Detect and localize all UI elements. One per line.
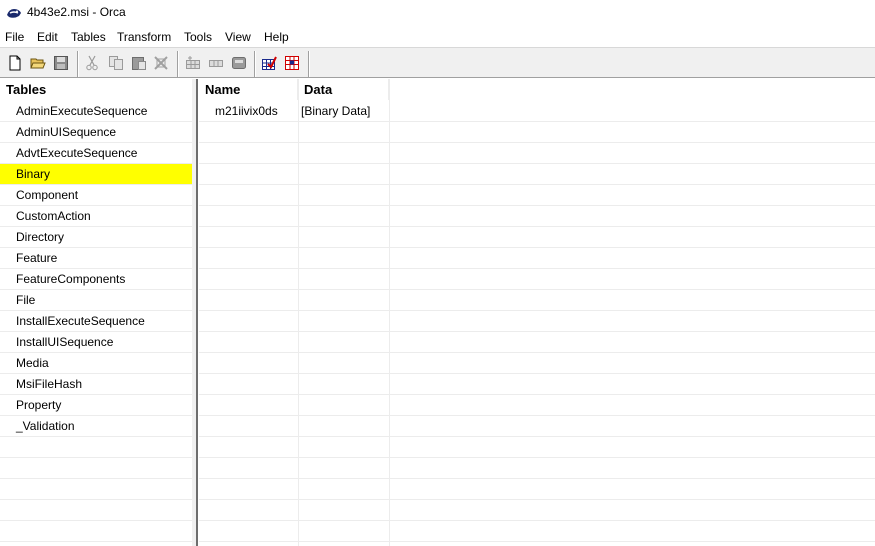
empty-list-row	[0, 437, 192, 458]
column-header-data[interactable]: Data	[298, 79, 389, 100]
grid-row-line	[199, 394, 875, 395]
add-row-icon[interactable]	[208, 55, 224, 71]
paste-icon[interactable]	[131, 55, 147, 71]
table-list-item[interactable]: Feature	[0, 248, 192, 269]
validate-icon[interactable]	[261, 55, 277, 71]
table-list-item-label: CustomAction	[16, 209, 91, 223]
grid-row-line	[199, 163, 875, 164]
table-list-item[interactable]: CustomAction	[0, 206, 192, 227]
empty-list-row	[0, 542, 192, 546]
table-list-item[interactable]: Directory	[0, 227, 192, 248]
table-list-item[interactable]: Binary	[0, 164, 192, 185]
table-list-item-label: AdminUISequence	[16, 125, 117, 139]
grid-row-line	[199, 541, 875, 542]
table-list-item-label: Media	[16, 356, 49, 370]
copy-icon[interactable]	[108, 55, 124, 71]
window-title: 4b43e2.msi - Orca	[27, 5, 126, 19]
table-list-item-label: MsiFileHash	[16, 377, 83, 391]
grid-column-line	[389, 79, 390, 546]
empty-list-row	[0, 479, 192, 500]
save-icon[interactable]	[53, 55, 69, 71]
grid-row-line	[199, 184, 875, 185]
transform-icon[interactable]	[284, 55, 300, 71]
toolbar-separator	[77, 51, 79, 77]
empty-list-row	[0, 500, 192, 521]
table-list-item[interactable]: AdvtExecuteSequence	[0, 143, 192, 164]
grid-row-line	[199, 226, 875, 227]
table-list-item-label: AdvtExecuteSequence	[16, 146, 138, 160]
grid-row-line	[199, 457, 875, 458]
menu-edit[interactable]: Edit	[37, 30, 58, 44]
grid-row-line	[199, 205, 875, 206]
menu-help[interactable]: Help	[264, 30, 289, 44]
table-list-item[interactable]: File	[0, 290, 192, 311]
tables-list-pane[interactable]: Tables AdminExecuteSequence AdminUISequen…	[0, 79, 192, 546]
grid-row-line	[199, 373, 875, 374]
table-list-item[interactable]: InstallUISequence	[0, 332, 192, 353]
delete-icon[interactable]	[153, 55, 169, 71]
table-list-item[interactable]: Media	[0, 353, 192, 374]
cut-icon[interactable]	[84, 55, 100, 71]
menu-view[interactable]: View	[225, 30, 251, 44]
grid-row-line	[199, 268, 875, 269]
table-list-item[interactable]: Component	[0, 185, 192, 206]
tables-header: Tables	[6, 82, 47, 97]
table-list-item-label: Property	[16, 398, 62, 412]
table-list-item-label: Component	[16, 188, 79, 202]
grid-row-line	[199, 247, 875, 248]
grid-row-line	[199, 415, 875, 416]
cell-name[interactable]: m21iivix0ds	[215, 104, 278, 118]
table-list-item-label: Directory	[16, 230, 65, 244]
grid-row-line	[199, 310, 875, 311]
toolbar-separator	[177, 51, 179, 77]
table-list-item-label: Binary	[16, 167, 51, 181]
table-list-item-label: Feature	[16, 251, 58, 265]
menu-tools[interactable]: Tools	[184, 30, 212, 44]
toolbar	[0, 47, 875, 78]
table-list-item-label: InstallExecuteSequence	[16, 314, 145, 328]
add-table-icon[interactable]	[185, 55, 201, 71]
table-data-grid[interactable]: Name Data m21iivix0ds [Binary Data]	[199, 79, 875, 546]
table-list-item[interactable]: Property	[0, 395, 192, 416]
grid-column-line	[298, 79, 299, 546]
pane-splitter[interactable]	[192, 79, 198, 546]
table-list-item[interactable]: MsiFileHash	[0, 374, 192, 395]
new-icon[interactable]	[7, 55, 23, 71]
menu-transform[interactable]: Transform	[117, 30, 171, 44]
table-list-item[interactable]: _Validation	[0, 416, 192, 437]
empty-list-row	[0, 458, 192, 479]
menu-bar: File Edit Tables Transform Tools View He…	[0, 27, 875, 47]
grid-row-line	[199, 121, 875, 122]
menu-tables[interactable]: Tables	[71, 30, 106, 44]
empty-list-row	[0, 521, 192, 542]
grid-row-line	[199, 352, 875, 353]
table-list-item[interactable]: AdminExecuteSequence	[0, 101, 192, 122]
grid-row-line	[199, 289, 875, 290]
column-header-name[interactable]: Name	[199, 79, 298, 100]
orca-app-icon	[7, 9, 21, 18]
grid-row-line	[199, 331, 875, 332]
table-list-item-label: InstallUISequence	[16, 335, 114, 349]
cell-data[interactable]: [Binary Data]	[301, 104, 370, 118]
table-list-item[interactable]: InstallExecuteSequence	[0, 311, 192, 332]
title-bar: 4b43e2.msi - Orca	[0, 0, 875, 27]
drop-table-icon[interactable]	[231, 55, 247, 71]
toolbar-separator	[254, 51, 256, 77]
table-list-item[interactable]: FeatureComponents	[0, 269, 192, 290]
table-list-item-label: AdminExecuteSequence	[16, 104, 148, 118]
toolbar-separator	[308, 51, 310, 77]
grid-row-line	[199, 478, 875, 479]
table-list-item-label: _Validation	[16, 419, 75, 433]
menu-file[interactable]: File	[5, 30, 24, 44]
grid-row-line	[199, 436, 875, 437]
table-list-item[interactable]: AdminUISequence	[0, 122, 192, 143]
table-list-item-label: FeatureComponents	[16, 272, 126, 286]
grid-row-line	[199, 499, 875, 500]
grid-row-line	[199, 520, 875, 521]
table-list-item-label: File	[16, 293, 36, 307]
grid-row-line	[199, 142, 875, 143]
open-icon[interactable]	[30, 55, 46, 71]
